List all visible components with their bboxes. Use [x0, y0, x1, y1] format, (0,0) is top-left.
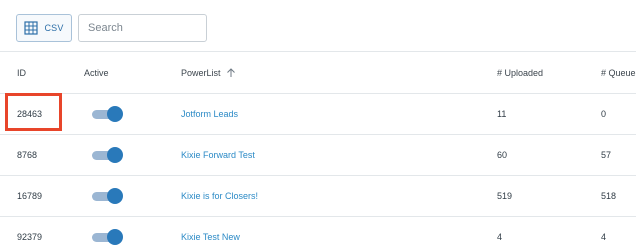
column-header-uploaded[interactable]: # Uploaded: [497, 52, 543, 93]
row-active-cell: [84, 135, 123, 175]
column-header-active[interactable]: Active: [84, 52, 109, 93]
toggle-knob: [107, 147, 123, 163]
column-header-queued[interactable]: # Queue: [601, 52, 636, 93]
toggle-knob: [107, 229, 123, 245]
row-uploaded: 4: [497, 232, 503, 242]
grid-icon: [24, 21, 39, 35]
row-id: 28463: [17, 109, 43, 119]
row-uploaded: 60: [497, 150, 508, 160]
column-header-id[interactable]: ID: [17, 52, 26, 93]
csv-export-button[interactable]: CSV: [16, 14, 72, 42]
row-queued: 518: [601, 191, 617, 201]
column-header-powerlist[interactable]: PowerList: [181, 52, 236, 93]
table-row: 92379 Kixie Test New 4 4: [0, 217, 636, 250]
powerlist-table: ID Active PowerList # Uploaded # Queue 2…: [0, 51, 636, 250]
row-id: 92379: [17, 232, 43, 242]
arrow-up-icon: [226, 67, 236, 78]
active-toggle[interactable]: [92, 229, 123, 245]
csv-button-label: CSV: [44, 23, 64, 33]
powerlist-link[interactable]: Kixie Forward Test: [181, 135, 255, 175]
active-toggle[interactable]: [92, 188, 123, 204]
column-header-powerlist-label: PowerList: [181, 67, 221, 78]
powerlist-page: CSV ID Active PowerList # Uploaded # Que…: [0, 0, 636, 250]
row-uploaded: 519: [497, 191, 513, 201]
active-toggle[interactable]: [92, 147, 123, 163]
table-row: 8768 Kixie Forward Test 60 57: [0, 135, 636, 176]
active-toggle[interactable]: [92, 106, 123, 122]
row-active-cell: [84, 176, 123, 216]
row-id: 8768: [17, 150, 38, 160]
row-uploaded: 11: [497, 109, 507, 119]
row-queued: 4: [601, 232, 607, 242]
row-queued: 57: [601, 150, 612, 160]
row-queued: 0: [601, 109, 607, 119]
toolbar: CSV: [0, 0, 636, 51]
toggle-knob: [107, 188, 123, 204]
powerlist-link[interactable]: Jotform Leads: [181, 94, 238, 134]
search-input[interactable]: [78, 14, 207, 42]
toggle-knob: [107, 106, 123, 122]
row-id: 16789: [17, 191, 43, 201]
row-active-cell: [84, 217, 123, 250]
powerlist-link[interactable]: Kixie Test New: [181, 217, 240, 250]
table-header-row: ID Active PowerList # Uploaded # Queue: [0, 52, 636, 94]
powerlist-link[interactable]: Kixie is for Closers!: [181, 176, 258, 216]
table-row: 28463 Jotform Leads 11 0: [0, 94, 636, 135]
table-row: 16789 Kixie is for Closers! 519 518: [0, 176, 636, 217]
row-active-cell: [84, 94, 123, 134]
